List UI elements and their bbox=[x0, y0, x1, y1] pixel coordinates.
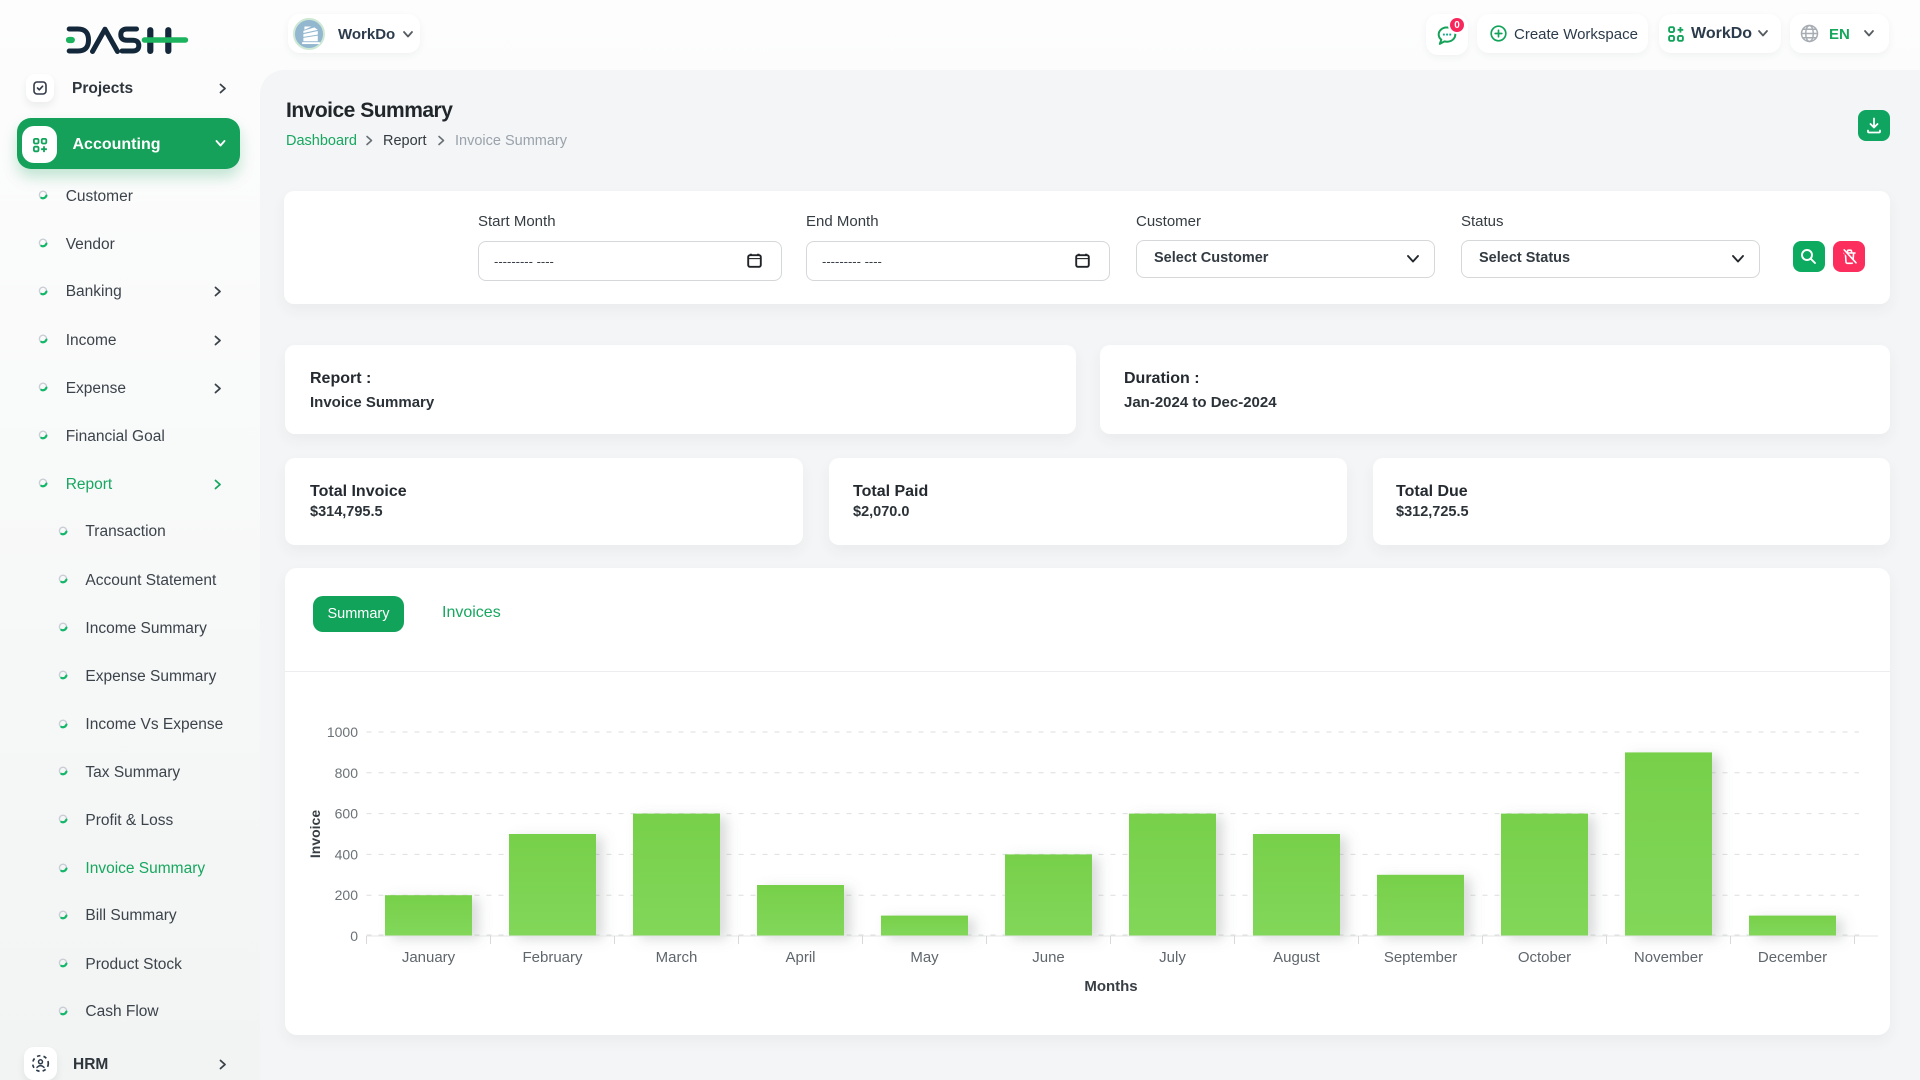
svg-text:October: October bbox=[1518, 949, 1571, 966]
svg-text:September: September bbox=[1384, 949, 1457, 966]
svg-text:Months: Months bbox=[1084, 978, 1137, 995]
svg-text:March: March bbox=[656, 949, 698, 966]
svg-text:1000: 1000 bbox=[327, 724, 358, 740]
svg-text:November: November bbox=[1634, 949, 1703, 966]
svg-text:May: May bbox=[910, 949, 939, 966]
svg-text:July: July bbox=[1159, 949, 1186, 966]
svg-text:February: February bbox=[522, 949, 583, 966]
svg-text:June: June bbox=[1032, 949, 1065, 966]
svg-text:January: January bbox=[402, 949, 456, 966]
svg-text:200: 200 bbox=[335, 887, 359, 903]
svg-text:800: 800 bbox=[335, 765, 359, 781]
svg-text:April: April bbox=[785, 949, 815, 966]
svg-text:December: December bbox=[1758, 949, 1827, 966]
svg-text:600: 600 bbox=[335, 806, 359, 822]
svg-text:400: 400 bbox=[335, 846, 359, 862]
svg-text:Invoice: Invoice bbox=[307, 810, 323, 858]
svg-text:August: August bbox=[1273, 949, 1321, 966]
svg-text:0: 0 bbox=[350, 928, 358, 944]
